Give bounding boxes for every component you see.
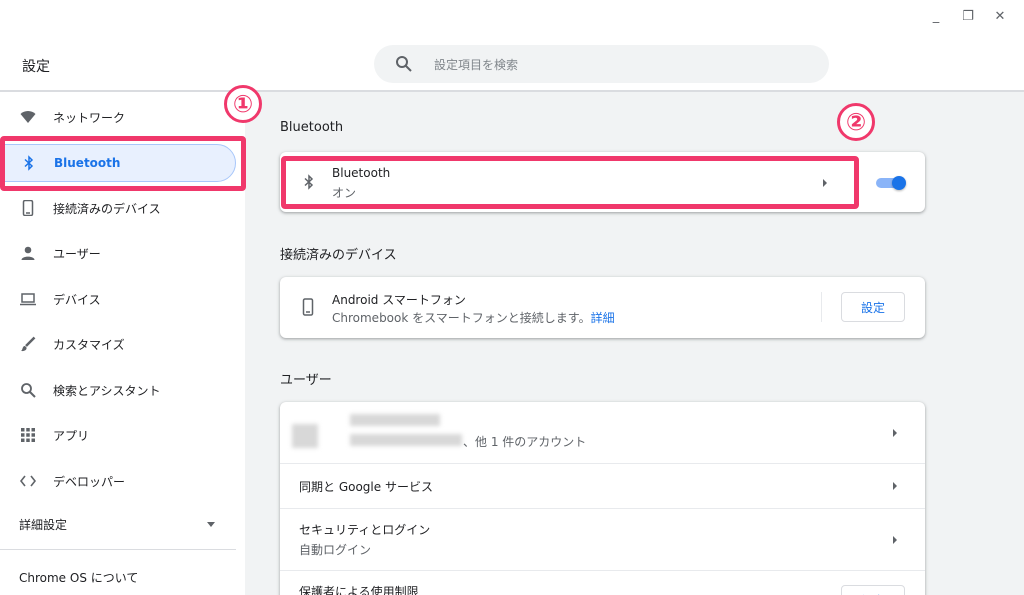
devices-card: Android スマートフォン Chromebook をスマートフォンと接続しま… — [280, 277, 925, 338]
users-card: 、他 1 件のアカウント 同期と Google サービス セキュリティとログイン… — [280, 402, 925, 595]
sidebar-item-label: カスタマイズ — [53, 337, 125, 352]
sidebar-item-label: デバイス — [53, 292, 101, 307]
sidebar-item-apps[interactable]: アプリ — [0, 416, 236, 454]
parental-controls-title: 保護者による使用制限 — [299, 585, 419, 595]
search-icon — [21, 383, 36, 398]
phone-setup-button[interactable]: 設定 — [841, 292, 905, 322]
sidebar-item-network[interactable]: ネットワーク — [0, 98, 236, 136]
sidebar-item-connected-devices[interactable]: 接続済みのデバイス — [0, 189, 236, 227]
title-bar: _ ❐ ✕ 設定 設定項目を検索 — [0, 0, 1024, 92]
security-row-title: セキュリティとログイン — [299, 523, 431, 537]
close-button[interactable]: ✕ — [984, 6, 1016, 26]
account-row[interactable]: 、他 1 件のアカウント — [280, 402, 925, 463]
details-link[interactable]: 詳細 — [591, 311, 615, 325]
sidebar-item-search-assistant[interactable]: 検索とアシスタント — [0, 371, 236, 409]
sidebar-item-label: Bluetooth — [54, 156, 121, 170]
security-row-sub: 自動ログイン — [299, 543, 372, 557]
sidebar-item-personalization[interactable]: カスタマイズ — [0, 325, 236, 363]
vertical-divider — [821, 292, 822, 322]
sidebar-item-developers[interactable]: デベロッパー — [0, 462, 236, 500]
wifi-icon — [20, 111, 36, 123]
sidebar-item-device[interactable]: デバイス — [0, 280, 236, 318]
sync-row[interactable]: 同期と Google サービス — [280, 464, 925, 508]
restore-button[interactable]: ❐ — [952, 6, 984, 26]
bluetooth-card: Bluetooth オン — [280, 152, 925, 212]
chevron-right-icon[interactable] — [893, 429, 897, 437]
sidebar-item-users[interactable]: ユーザー — [0, 234, 236, 272]
sidebar-item-label: デベロッパー — [53, 474, 126, 489]
brush-icon — [21, 336, 36, 352]
sidebar-item-label: ユーザー — [53, 246, 101, 261]
sidebar-divider — [0, 549, 236, 550]
sidebar-item-label: 接続済みのデバイス — [53, 201, 161, 216]
bluetooth-status: オン — [332, 186, 357, 200]
bluetooth-row-title[interactable]: Bluetooth — [332, 166, 390, 180]
minimize-button[interactable]: _ — [920, 6, 952, 26]
security-row[interactable]: セキュリティとログイン 自動ログイン — [280, 509, 925, 570]
phone-icon — [22, 200, 34, 216]
account-name-blurred — [350, 414, 440, 426]
android-phone-title: Android スマートフォン — [332, 293, 466, 307]
bluetooth-icon — [304, 174, 314, 190]
users-section-title: ユーザー — [280, 373, 332, 388]
parental-setup-button[interactable]: 設定 — [841, 585, 905, 595]
parental-controls-row[interactable]: 保護者による使用制限 設定 — [280, 571, 925, 595]
search-input[interactable]: 設定項目を検索 — [434, 56, 518, 73]
app-title: 設定 — [22, 59, 50, 75]
chevron-right-icon[interactable] — [893, 536, 897, 544]
sidebar-item-label: ネットワーク — [53, 110, 126, 125]
chevron-right-icon[interactable] — [893, 482, 897, 490]
chevron-right-icon[interactable] — [823, 179, 827, 187]
sync-row-title: 同期と Google サービス — [299, 480, 433, 494]
bluetooth-toggle[interactable] — [876, 176, 906, 190]
about-chrome-os-link[interactable]: Chrome OS について — [19, 569, 138, 586]
sidebar-item-label: 検索とアシスタント — [53, 383, 161, 398]
bluetooth-icon — [24, 155, 34, 171]
sidebar: ネットワーク Bluetooth 接続済みのデバイス ユーザー デバイス カスタ… — [0, 92, 245, 595]
sidebar-item-bluetooth[interactable]: Bluetooth — [0, 144, 236, 182]
chevron-down-icon — [207, 522, 215, 527]
devices-section-title: 接続済みのデバイス — [280, 248, 397, 263]
person-icon — [21, 246, 35, 260]
apps-grid-icon — [21, 428, 35, 442]
advanced-toggle[interactable]: 詳細設定 — [19, 516, 67, 533]
sidebar-item-label: アプリ — [53, 428, 90, 443]
search-icon — [396, 56, 412, 72]
laptop-icon — [20, 293, 36, 306]
phone-icon — [302, 298, 314, 316]
annotation-badge-2: ② — [837, 103, 875, 141]
toggle-knob — [892, 176, 906, 190]
window-controls: _ ❐ ✕ — [920, 6, 1016, 26]
account-email-blurred — [350, 434, 462, 446]
bluetooth-section-title: Bluetooth — [280, 120, 344, 135]
annotation-badge-1: ① — [224, 85, 262, 123]
account-count: 、他 1 件のアカウント — [463, 435, 587, 449]
android-phone-desc: Chromebook をスマートフォンと接続します。詳細 — [332, 311, 615, 325]
search-box[interactable]: 設定項目を検索 — [374, 45, 829, 83]
avatar — [292, 424, 318, 448]
code-icon — [20, 475, 36, 487]
